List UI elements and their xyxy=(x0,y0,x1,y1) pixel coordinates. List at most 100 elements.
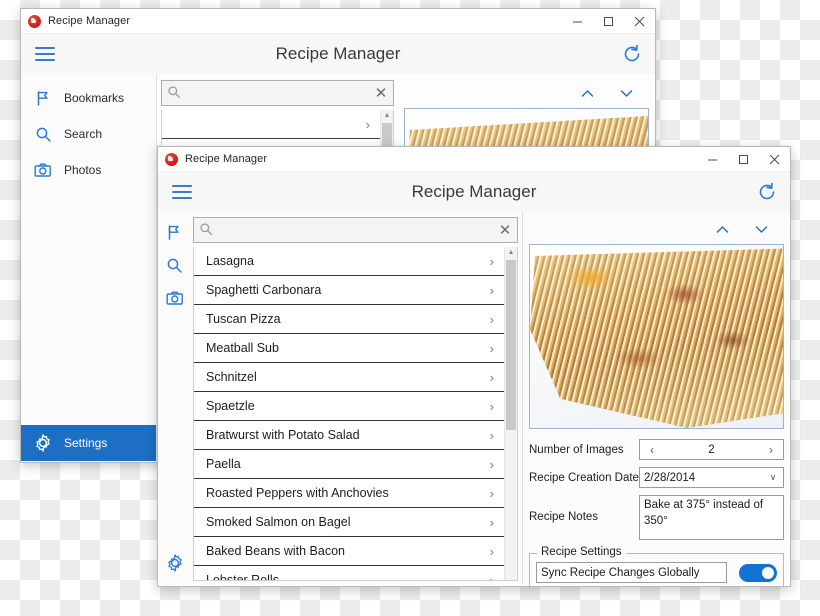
recipe-notes-textarea[interactable]: Bake at 375° instead of 350° xyxy=(639,495,784,540)
minimize-button[interactable] xyxy=(562,9,593,33)
decrement-button[interactable]: ‹ xyxy=(640,443,664,457)
creation-date-row: Recipe Creation Date 2/28/2014 ∨ xyxy=(529,467,784,488)
recipe-notes-label: Recipe Notes xyxy=(529,511,599,523)
minimize-button[interactable] xyxy=(697,147,728,171)
recipe-list-item-label: Bratwurst with Potato Salad xyxy=(206,428,360,442)
list-item[interactable]: › xyxy=(162,110,380,139)
recipe-list-rows: Lasagna › Spaghetti Carbonara › Tuscan Pizza… xyxy=(194,247,504,580)
flag-icon xyxy=(33,88,53,108)
sidebar-item-bookmarks[interactable]: Bookmarks xyxy=(21,80,156,116)
front-app-header: Recipe Manager xyxy=(158,172,790,212)
chevron-right-icon: › xyxy=(489,456,494,472)
scroll-up-arrow-icon[interactable]: ▲ xyxy=(505,247,517,258)
front-search-box[interactable]: ✕ xyxy=(193,217,518,243)
sidebar-label-bookmarks: Bookmarks xyxy=(64,91,125,105)
recipe-notes-row: Recipe Notes Bake at 375° instead of 350… xyxy=(529,495,784,540)
recipe-list-scrollbar[interactable]: ▲ xyxy=(504,247,517,580)
clear-search-icon[interactable]: ✕ xyxy=(369,84,393,102)
recipe-settings-legend: Recipe Settings xyxy=(537,546,626,558)
recipe-list-item[interactable]: Meatball Sub › xyxy=(194,334,504,363)
sidebar-item-photos[interactable]: Photos xyxy=(21,152,156,188)
recipe-list-item[interactable]: Smoked Salmon on Bagel › xyxy=(194,508,504,537)
search-icon[interactable] xyxy=(164,255,185,276)
chevron-right-icon: › xyxy=(489,514,494,530)
recipe-list-item[interactable]: Schnitzel › xyxy=(194,363,504,392)
chevron-right-icon: › xyxy=(489,572,494,581)
recipe-detail-panel: Number of Images ‹ 2 › Recipe Creation D… xyxy=(522,212,790,586)
chevron-down-icon[interactable] xyxy=(618,85,635,102)
chevron-down-icon[interactable] xyxy=(753,221,770,238)
chevron-right-icon: › xyxy=(489,485,494,501)
hamburger-icon[interactable] xyxy=(172,185,192,199)
recipe-list-item-label: Spaetzle xyxy=(206,399,255,413)
recipe-list-item[interactable]: Tuscan Pizza › xyxy=(194,305,504,334)
recipe-list-item[interactable]: Spaetzle › xyxy=(194,392,504,421)
chevron-right-icon: › xyxy=(489,282,494,298)
recipe-list-item-label: Meatball Sub xyxy=(206,341,279,355)
back-header-title: Recipe Manager xyxy=(275,44,401,63)
recipe-list-item[interactable]: Spaghetti Carbonara › xyxy=(194,276,504,305)
chevron-right-icon: › xyxy=(489,398,494,414)
back-image-nav xyxy=(404,78,649,108)
camera-icon xyxy=(33,160,53,180)
back-window-titlebar: Recipe Manager xyxy=(21,9,655,34)
close-button[interactable] xyxy=(624,9,655,33)
chevron-up-icon[interactable] xyxy=(579,85,596,102)
recipe-list-item[interactable]: Roasted Peppers with Anchovies › xyxy=(194,479,504,508)
number-of-images-value: 2 xyxy=(708,443,715,456)
number-of-images-label: Number of Images xyxy=(529,443,624,456)
camera-icon[interactable] xyxy=(164,288,185,309)
refresh-icon[interactable] xyxy=(621,43,643,65)
icon-rail xyxy=(158,212,191,585)
toggle-knob xyxy=(762,566,774,579)
close-button[interactable] xyxy=(759,147,790,171)
hamburger-icon[interactable] xyxy=(35,47,55,61)
recipe-list-item[interactable]: Lobster Rolls › xyxy=(194,566,504,581)
chevron-down-icon[interactable]: ∨ xyxy=(763,472,783,483)
recipe-list-item[interactable]: Baked Beans with Bacon › xyxy=(194,537,504,566)
recipe-list-item-label: Lasagna xyxy=(206,254,254,268)
recipe-list-item-label: Smoked Salmon on Bagel xyxy=(206,515,351,529)
creation-date-combobox[interactable]: 2/28/2014 ∨ xyxy=(639,467,784,488)
recipe-list-item[interactable]: Bratwurst with Potato Salad › xyxy=(194,421,504,450)
sidebar-item-search[interactable]: Search xyxy=(21,116,156,152)
sync-recipe-changes-toggle[interactable] xyxy=(739,563,777,582)
chevron-up-icon[interactable] xyxy=(714,221,731,238)
foreground-window[interactable]: Recipe Manager Recipe Manager ✕ Lasagna … xyxy=(157,146,791,587)
back-search-box[interactable]: ✕ xyxy=(161,80,394,106)
scrollbar-thumb[interactable] xyxy=(506,260,516,430)
recipe-list-item-label: Tuscan Pizza xyxy=(206,312,281,326)
recipe-list-item[interactable]: Paella › xyxy=(194,450,504,479)
front-header-title: Recipe Manager xyxy=(411,182,537,201)
recipe-list-item-label: Paella xyxy=(206,457,241,471)
chevron-right-icon: › xyxy=(489,311,494,327)
sidebar-label-settings: Settings xyxy=(64,436,108,450)
maximize-button[interactable] xyxy=(728,147,759,171)
sidebar-label-photos: Photos xyxy=(64,163,102,177)
chevron-right-icon: › xyxy=(365,116,370,132)
refresh-icon[interactable] xyxy=(756,181,778,203)
search-icon xyxy=(33,124,53,144)
number-of-images-stepper[interactable]: ‹ 2 › xyxy=(639,439,784,460)
gear-icon[interactable] xyxy=(164,552,185,573)
sidebar-item-settings[interactable]: Settings xyxy=(21,425,156,461)
sync-recipe-changes-field[interactable]: Sync Recipe Changes Globally xyxy=(536,562,727,583)
chevron-right-icon: › xyxy=(489,340,494,356)
maximize-button[interactable] xyxy=(593,9,624,33)
flag-icon[interactable] xyxy=(164,222,185,243)
app-logo-icon xyxy=(28,14,41,28)
recipe-photo xyxy=(529,244,784,429)
recipe-list-item[interactable]: Lasagna › xyxy=(194,247,504,276)
increment-button[interactable]: › xyxy=(759,443,783,457)
recipe-list-item-label: Lobster Rolls xyxy=(206,573,279,580)
back-window-controls xyxy=(562,9,655,33)
clear-search-icon[interactable]: ✕ xyxy=(493,221,517,239)
recipe-settings-inner: Sync Recipe Changes Globally xyxy=(536,562,777,583)
front-window-title: Recipe Manager xyxy=(185,153,268,165)
scroll-up-arrow-icon[interactable]: ▲ xyxy=(381,110,393,121)
recipe-list[interactable]: Lasagna › Spaghetti Carbonara › Tuscan Pizza… xyxy=(193,247,518,581)
chevron-right-icon: › xyxy=(489,369,494,385)
detail-image-nav xyxy=(529,214,784,244)
chevron-right-icon: › xyxy=(489,427,494,443)
